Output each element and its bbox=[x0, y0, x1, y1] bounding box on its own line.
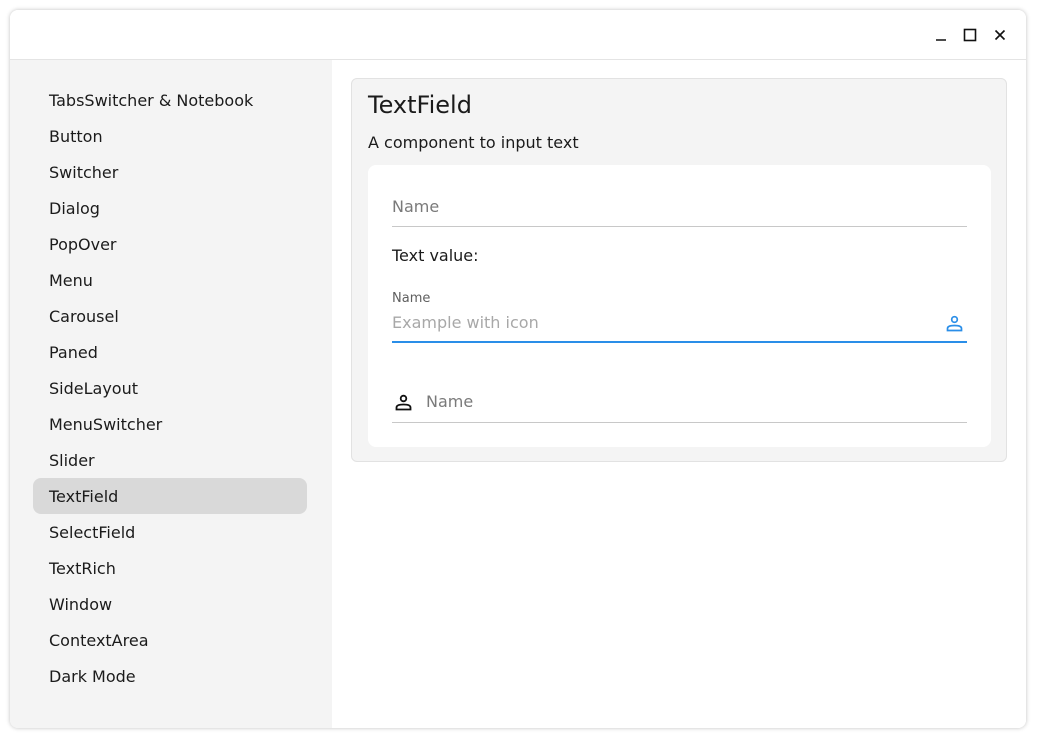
sidebar-item-contextarea[interactable]: ContextArea bbox=[33, 622, 307, 658]
sidebar-item-label: Button bbox=[49, 126, 103, 146]
sidebar-item-label: TextRich bbox=[49, 558, 116, 578]
minimize-icon bbox=[936, 39, 946, 41]
sidebar-item-window[interactable]: Window bbox=[33, 586, 307, 622]
minimize-button[interactable] bbox=[930, 24, 952, 46]
sidebar-item-label: Carousel bbox=[49, 306, 119, 326]
sidebar-item-label: Slider bbox=[49, 450, 95, 470]
leading-icon-placeholder: Name bbox=[426, 392, 474, 411]
maximize-icon bbox=[963, 28, 977, 42]
sidebar: TabsSwitcher & Notebook Button Switcher Dia… bbox=[10, 60, 332, 728]
sidebar-item-slider[interactable]: Slider bbox=[33, 442, 307, 478]
sidebar-item-textrich[interactable]: TextRich bbox=[33, 550, 307, 586]
app-window: TabsSwitcher & Notebook Button Switcher Dia… bbox=[10, 10, 1026, 728]
name-text-field[interactable]: Name bbox=[392, 185, 967, 227]
field-underline bbox=[392, 422, 967, 423]
icon-text-field-focused[interactable]: Name Example with icon bbox=[392, 291, 967, 343]
sidebar-item-sidelayout[interactable]: SideLayout bbox=[33, 370, 307, 406]
sidebar-item-label: Window bbox=[49, 594, 113, 614]
sidebar-item-selectfield[interactable]: SelectField bbox=[33, 514, 307, 550]
close-icon bbox=[994, 29, 1006, 41]
icon-field-placeholder: Example with icon bbox=[392, 313, 539, 332]
name-placeholder: Name bbox=[392, 197, 440, 216]
page-description: A component to input text bbox=[368, 133, 579, 152]
field-underline bbox=[392, 226, 967, 227]
sidebar-item-label: TextField bbox=[49, 486, 119, 506]
sidebar-item-menu[interactable]: Menu bbox=[33, 262, 307, 298]
sidebar-item-dark-mode[interactable]: Dark Mode bbox=[33, 658, 307, 694]
sidebar-item-label: TabsSwitcher & Notebook bbox=[49, 90, 254, 110]
sidebar-item-label: Menu bbox=[49, 270, 93, 290]
sidebar-item-label: Dark Mode bbox=[49, 666, 136, 686]
sidebar-item-button[interactable]: Button bbox=[33, 118, 307, 154]
sidebar-item-paned[interactable]: Paned bbox=[33, 334, 307, 370]
sidebar-item-menuswitcher[interactable]: MenuSwitcher bbox=[33, 406, 307, 442]
person-icon[interactable] bbox=[946, 315, 963, 332]
sidebar-item-textfield[interactable]: TextField bbox=[33, 478, 307, 514]
sidebar-item-label: Paned bbox=[49, 342, 98, 362]
sidebar-item-label: Dialog bbox=[49, 198, 100, 218]
sidebar-item-label: SelectField bbox=[49, 522, 136, 542]
sidebar-item-label: ContextArea bbox=[49, 630, 149, 650]
leading-icon-text-field[interactable]: Name bbox=[392, 387, 967, 423]
maximize-button[interactable] bbox=[959, 24, 981, 46]
sidebar-item-popover[interactable]: PopOver bbox=[33, 226, 307, 262]
main-content: TextField A component to input text Name… bbox=[332, 60, 1026, 728]
sidebar-item-carousel[interactable]: Carousel bbox=[33, 298, 307, 334]
sidebar-item-label: PopOver bbox=[49, 234, 117, 254]
field-underline-focused bbox=[392, 341, 967, 343]
page-title: TextField bbox=[368, 91, 472, 119]
sidebar-item-switcher[interactable]: Switcher bbox=[33, 154, 307, 190]
person-icon bbox=[395, 394, 412, 411]
sidebar-item-tabsswitcher-notebook[interactable]: TabsSwitcher & Notebook bbox=[33, 82, 307, 118]
component-card: TextField A component to input text Name… bbox=[351, 78, 1007, 462]
title-bar bbox=[10, 10, 1026, 60]
demo-panel: Name Text value: Name Example with icon bbox=[368, 165, 991, 447]
text-value-label: Text value: bbox=[392, 246, 479, 265]
close-button[interactable] bbox=[989, 24, 1011, 46]
sidebar-item-dialog[interactable]: Dialog bbox=[33, 190, 307, 226]
sidebar-item-label: MenuSwitcher bbox=[49, 414, 163, 434]
floating-label: Name bbox=[392, 291, 431, 306]
sidebar-item-label: SideLayout bbox=[49, 378, 138, 398]
sidebar-item-label: Switcher bbox=[49, 162, 119, 182]
